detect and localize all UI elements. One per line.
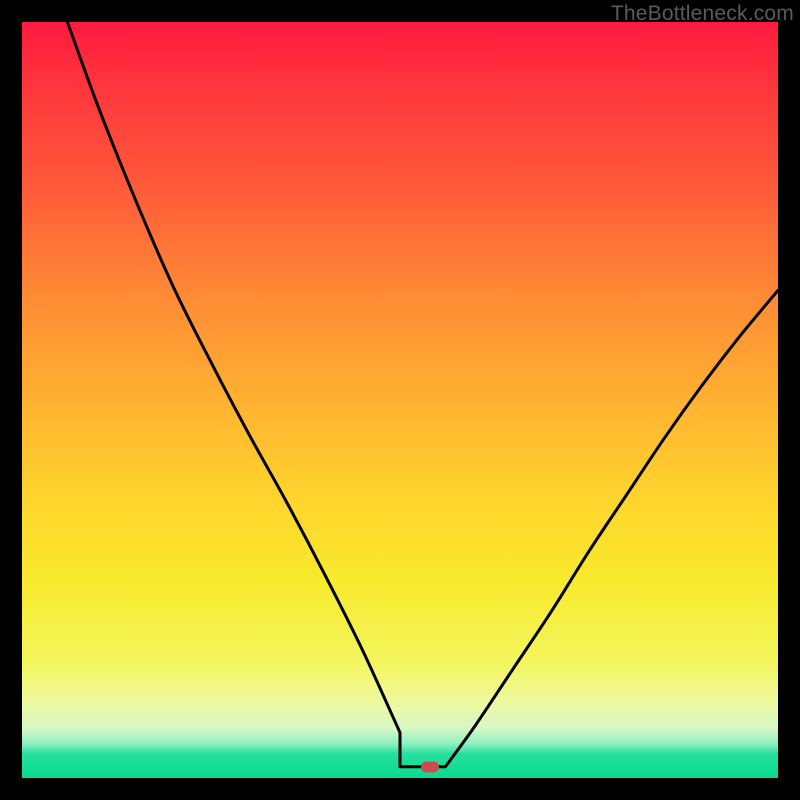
chart-frame: TheBottleneck.com xyxy=(0,0,800,800)
plot-area xyxy=(22,22,778,778)
bottleneck-curve xyxy=(22,22,778,778)
optimal-marker xyxy=(421,761,439,772)
curve-path xyxy=(67,22,778,767)
